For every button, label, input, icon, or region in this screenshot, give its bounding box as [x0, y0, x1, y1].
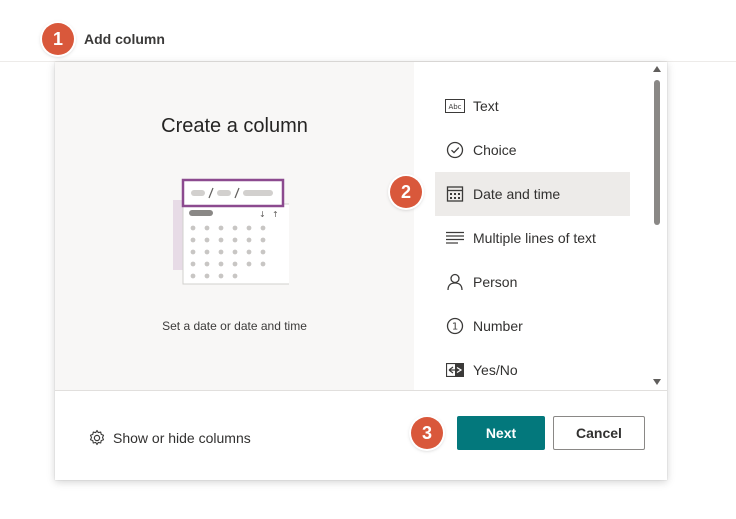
gear-icon: [87, 428, 107, 448]
cancel-button[interactable]: Cancel: [553, 416, 645, 450]
multiline-text-icon: [445, 228, 465, 248]
type-item-date-and-time[interactable]: Date and time: [435, 172, 630, 216]
type-item-yes-no[interactable]: Yes/No: [435, 348, 630, 390]
dialog-footer: Show or hide columns 3 Next Cancel: [55, 390, 667, 480]
type-item-label: Multiple lines of text: [473, 230, 596, 246]
calendar-day-dot: [204, 273, 210, 279]
calendar-day-dot: [246, 249, 252, 255]
svg-text:↓: ↓: [259, 210, 266, 219]
show-hide-columns-link[interactable]: Show or hide columns: [87, 428, 251, 448]
calendar-day-dot: [246, 225, 252, 231]
svg-text:↑: ↑: [272, 210, 279, 219]
calendar-day-dot: [204, 261, 210, 267]
scroll-up-arrow-icon[interactable]: [653, 66, 661, 72]
yes-no-icon: [445, 360, 465, 380]
column-type-description: Set a date or date and time: [162, 319, 307, 333]
dialog-preview-pane: Create a column ↓ ↑ Set a date or date a…: [55, 62, 414, 390]
calendar-day-dot: [190, 225, 196, 231]
calendar-day-dot: [190, 249, 196, 255]
calendar-day-dot: [190, 261, 196, 267]
step-badge-2: 2: [390, 176, 422, 208]
dialog-title: Create a column: [161, 115, 308, 137]
scroll-down-arrow-icon[interactable]: [653, 379, 661, 385]
calendar-day-dot: [232, 249, 238, 255]
calendar-day-dot: [232, 273, 238, 279]
type-item-choice[interactable]: Choice: [435, 128, 630, 172]
calendar-day-dot: [260, 249, 266, 255]
type-item-label: Text: [473, 98, 499, 114]
calendar-day-dot: [204, 237, 210, 243]
add-column-button[interactable]: Add column: [84, 31, 165, 47]
calendar-day-dot: [218, 225, 224, 231]
type-item-label: Yes/No: [473, 362, 518, 378]
person-icon: [445, 272, 465, 292]
type-item-label: Date and time: [473, 186, 561, 202]
scroll-thumb[interactable]: [654, 80, 660, 225]
calendar-day-dot: [232, 237, 238, 243]
text-abc-icon: Abc: [445, 96, 465, 116]
type-item-label: Choice: [473, 142, 517, 158]
step-badge-3: 3: [411, 417, 443, 449]
calendar-day-dot: [260, 225, 266, 231]
column-type-list: Abc Text Choice Date and time Multiple l…: [435, 84, 630, 390]
calendar-day-dot: [260, 261, 266, 267]
create-column-dialog: Create a column ↓ ↑ Set a date or date a…: [55, 62, 667, 480]
type-item-person[interactable]: Person: [435, 260, 630, 304]
calendar-day-dot: [232, 261, 238, 267]
number-icon: 1: [445, 316, 465, 336]
show-hide-columns-label: Show or hide columns: [113, 430, 251, 446]
calendar-day-dot: [218, 237, 224, 243]
calendar-day-dot: [260, 237, 266, 243]
calendar-day-dot: [204, 225, 210, 231]
type-list-scrollbar[interactable]: [651, 66, 663, 388]
calendar-day-dot: [218, 249, 224, 255]
calendar-day-dot: [246, 261, 252, 267]
calendar-day-dot: [218, 261, 224, 267]
next-button[interactable]: Next: [457, 416, 545, 450]
step-badge-1: 1: [42, 23, 74, 55]
calendar-icon: [445, 184, 465, 204]
date-picker-illustration: ↓ ↑: [173, 178, 289, 285]
type-item-multiple-lines-of-text[interactable]: Multiple lines of text: [435, 216, 630, 260]
calendar-day-dot: [190, 273, 196, 279]
choice-check-icon: [445, 140, 465, 160]
calendar-day-dot: [190, 237, 196, 243]
type-item-number[interactable]: 1 Number: [435, 304, 630, 348]
svg-text:1: 1: [452, 322, 458, 333]
type-item-label: Person: [473, 274, 518, 290]
type-item-label: Number: [473, 318, 523, 334]
calendar-day-dot: [218, 273, 224, 279]
calendar-day-dot: [204, 249, 210, 255]
svg-text:Abc: Abc: [448, 103, 461, 111]
calendar-day-dot: [246, 237, 252, 243]
calendar-day-dot: [232, 225, 238, 231]
type-item-text[interactable]: Abc Text: [435, 84, 630, 128]
